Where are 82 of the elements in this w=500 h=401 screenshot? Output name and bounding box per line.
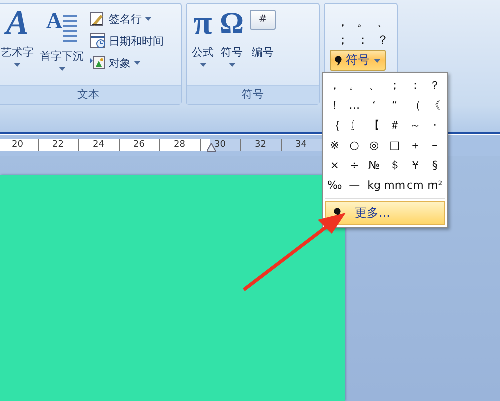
symbol-button[interactable]: 、 [364,75,384,95]
group-label: 符号 [187,85,319,104]
symbol-button[interactable]: ○ [344,135,364,155]
ruler-number: 20 [0,139,38,151]
ruler-number: 34 [280,139,321,151]
symbol-button[interactable]: · [425,115,445,135]
indent-marker-icon[interactable] [207,143,216,152]
symbol-button[interactable]: ： [406,75,426,95]
ruler-number: 28 [159,139,200,151]
picture-icon [90,55,106,71]
ribbon-button[interactable]: A 艺术字 [0,6,35,82]
symbol-button[interactable]: ， [333,14,353,30]
symbol-button[interactable]: mm [384,175,406,195]
symbol-button[interactable]: № [364,155,384,175]
symbol-button[interactable]: 【 [364,115,384,135]
comma-icon [335,56,342,66]
ribbon-button[interactable]: A 首字下沉 [39,6,85,82]
symbol-button[interactable]: ￥ [406,155,426,175]
symbol-button[interactable]: － [425,135,445,155]
symbol-button[interactable]: § [425,155,445,175]
more-symbols-item[interactable]: 更多... [325,201,445,225]
symbol-button[interactable]: ｛ [325,115,345,135]
symbol-button[interactable]: ‰ [325,175,345,195]
symbol-button[interactable]: ＃ [384,115,406,135]
symbol-button[interactable]: kg [364,175,384,195]
symbol-icon: A [6,6,29,42]
symbol-icon: Ω [220,6,244,42]
symbol-button[interactable]: ？ [425,75,445,95]
symbol-button[interactable]: “ [384,95,406,115]
calendar-clock-icon [90,33,106,49]
symbol-button[interactable]: × [325,155,345,175]
symbol-button[interactable]: ， [325,75,345,95]
symbol-dropdown-button[interactable]: 符号 [330,50,386,71]
symbol-button[interactable]: ※ [325,135,345,155]
group-label: 文本 [0,85,181,104]
ribbon-button[interactable]: Ω 符号 [219,6,246,82]
symbol-button[interactable]: 〖 [344,115,364,135]
symbol-button[interactable]: ＋ [406,135,426,155]
symbol-icon: π [194,6,212,42]
ribbon-button[interactable]: 对象 [89,54,165,72]
button-label: 编号 [252,45,274,60]
symbol-button[interactable]: ‘ [364,95,384,115]
ribbon-button[interactable]: π 公式 [191,6,215,82]
ribbon-button[interactable]: # 编号 [249,6,278,82]
caret-icon [134,61,141,65]
symbol-button[interactable]: 。 [353,14,373,30]
signature-icon [90,11,106,27]
symbol-button[interactable]: ； [384,75,406,95]
symbol-button[interactable]: ； [333,32,353,48]
symbol-button[interactable]: ◎ [364,135,384,155]
button-label: 艺术字 [1,45,34,60]
symbol-button[interactable]: □ [384,135,406,155]
button-label: 首字下沉 [40,49,84,64]
symbol-button[interactable]: ～ [406,115,426,135]
symbol-button[interactable]: ＄ [384,155,406,175]
symbol-button[interactable]: … [344,95,364,115]
button-label: 公式 [192,45,214,60]
ruler-number: 22 [38,139,78,151]
symbol-icon: # [250,10,276,30]
symbol-button[interactable]: 《 [425,95,445,115]
symbol-button[interactable]: 。 [344,75,364,95]
caret-icon [145,17,152,21]
button-label: 符号 [221,45,244,60]
symbol-button[interactable]: m² [425,175,445,195]
symbol-button[interactable]: （ [406,95,426,115]
ribbon-button[interactable]: 签名行 [89,10,165,28]
symbol-button[interactable]: ： [353,32,373,48]
symbol-button[interactable]: 、 [373,14,393,30]
symbol-button[interactable]: — [344,175,364,195]
symbol-button[interactable]: cm [406,175,426,195]
ruler-number: 24 [78,139,118,151]
ruler-number: 32 [240,139,280,151]
ruler-number: 26 [118,139,159,151]
symbol-button[interactable]: ！ [325,95,345,115]
caret-icon [58,67,66,71]
caret-icon [14,63,21,67]
caret-icon [374,58,381,62]
caret-icon [228,63,236,67]
caret-icon [200,63,206,67]
ribbon-button[interactable]: 日期和时间 [89,32,165,50]
symbol-button[interactable]: ÷ [344,155,364,175]
symbol-button[interactable]: ？ [373,32,393,48]
